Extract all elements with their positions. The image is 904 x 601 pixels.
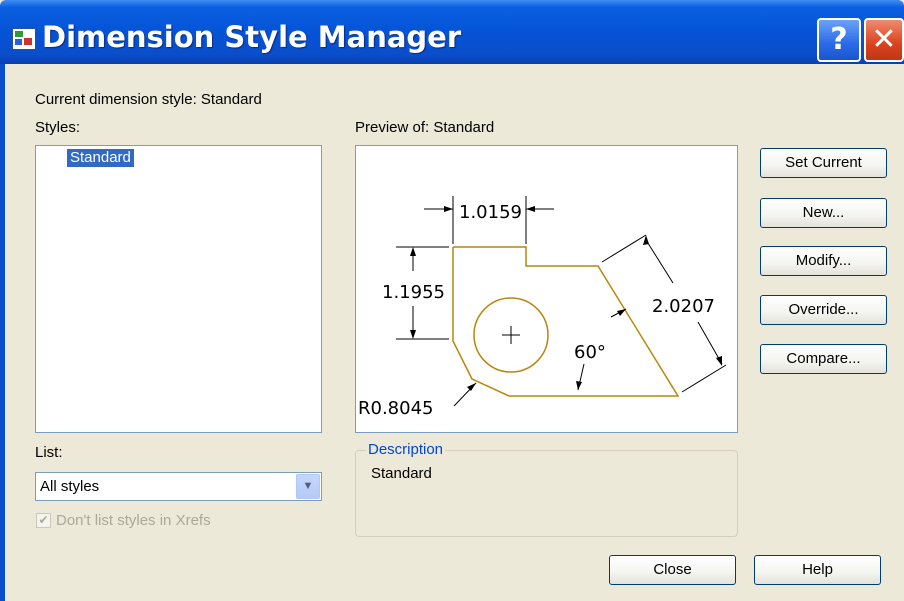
dimension-style-app-icon [12,28,36,50]
horizontal-dimension-text: 1.0159 [459,202,522,223]
set-current-button[interactable]: Set Current [760,148,887,178]
current-style-label: Current dimension style: Standard [35,91,262,108]
compare-button[interactable]: Compare... [760,344,887,374]
new-button[interactable]: New... [760,198,887,228]
title-bar[interactable]: Dimension Style Manager ? ✕ [0,0,904,64]
part-geometry [452,246,680,397]
angle-dimension-text: 60° [574,342,606,363]
help-icon[interactable]: ? [817,18,861,62]
xref-checkbox[interactable]: ✔ [36,513,51,528]
list-filter-dropdown[interactable]: All styles ▼ [35,472,322,501]
styles-label: Styles: [35,119,81,136]
description-text: Standard [371,465,432,482]
window-frame-left [0,64,5,601]
xref-checkbox-label: Don't list styles in Xrefs [56,512,211,529]
aligned-dimension-text: 2.0207 [652,296,715,317]
description-groupbox [355,450,738,537]
list-filter-value: All styles [40,478,100,495]
preview-drawing: 1.0159 1.1955 2.0207 60° R0.8045 [358,196,727,419]
preview-label: Preview of: Standard [355,119,495,136]
override-button[interactable]: Override... [760,295,887,325]
styles-listbox[interactable]: Standard [35,145,322,433]
help-button[interactable]: Help [754,555,881,585]
description-title: Description [366,441,446,458]
dimension-preview: 1.0159 1.1955 2.0207 60° R0.8045 [355,145,738,433]
close-button[interactable]: Close [609,555,736,585]
modify-button[interactable]: Modify... [760,246,887,276]
style-list-item-standard[interactable]: Standard [67,149,134,167]
chevron-down-icon[interactable]: ▼ [296,474,320,499]
close-icon[interactable]: ✕ [864,18,904,62]
list-label: List: [35,444,63,461]
vertical-dimension-text: 1.1955 [382,282,445,303]
window-title: Dimension Style Manager [42,20,462,54]
radius-dimension-text: R0.8045 [358,398,434,419]
